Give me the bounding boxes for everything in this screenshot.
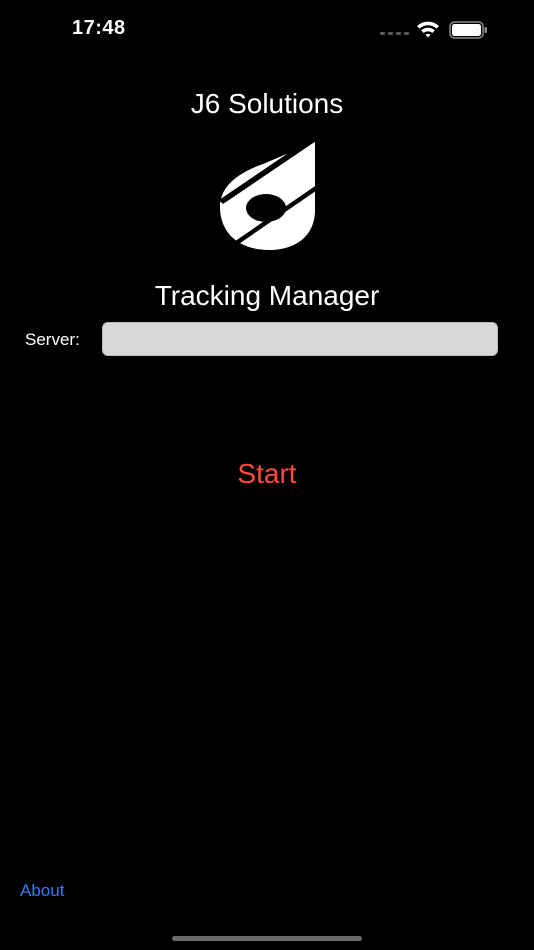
app-title: J6 Solutions (190, 88, 344, 119)
server-input[interactable] (102, 322, 498, 356)
wifi-icon (417, 21, 439, 38)
about-link[interactable]: About (20, 881, 64, 901)
cell-signal-icon (380, 32, 409, 35)
battery-icon (449, 21, 487, 39)
server-label: Server: (25, 330, 80, 349)
home-indicator (172, 936, 362, 941)
status-bar: 17:48 (0, 0, 534, 60)
start-button[interactable]: Start (207, 452, 327, 496)
j6-logo-icon (220, 142, 315, 250)
status-time: 17:48 (72, 17, 126, 39)
app-subtitle: Tracking Manager (154, 280, 380, 311)
